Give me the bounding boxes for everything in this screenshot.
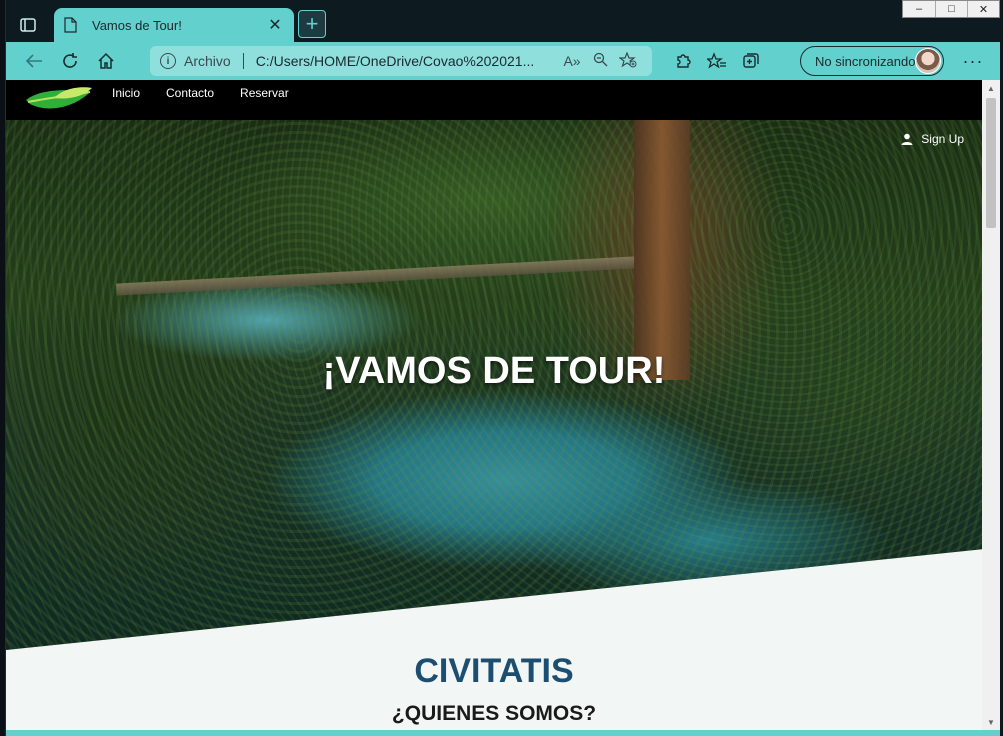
refresh-button[interactable] <box>52 46 88 76</box>
tab-title: Vamos de Tour! <box>92 17 182 33</box>
read-aloud-icon[interactable]: A» <box>558 53 586 69</box>
tab-bar: Vamos de Tour! ✕ + – □ ✕ <box>6 0 1000 42</box>
scroll-thumb[interactable] <box>986 98 996 228</box>
signup-link[interactable]: Sign Up <box>901 132 964 146</box>
new-tab-button[interactable]: + <box>298 10 326 38</box>
hero-tree-image <box>634 120 690 380</box>
tab-actions-button[interactable] <box>12 10 44 40</box>
collections-button[interactable] <box>734 46 768 76</box>
hero-bridge-image <box>116 256 636 296</box>
leaf-logo[interactable] <box>24 84 94 114</box>
maximize-button[interactable]: □ <box>935 1 967 17</box>
site-navbar: Inicio Contacto Reservar <box>6 80 982 120</box>
extensions-button[interactable] <box>666 46 700 76</box>
favorites-icon <box>707 52 726 69</box>
favorites-button[interactable] <box>700 46 734 76</box>
minimize-button[interactable]: – <box>903 1 935 17</box>
browser-window: Vamos de Tour! ✕ + – □ ✕ i Archivo C:/Us… <box>5 0 1000 736</box>
scroll-down-arrow[interactable]: ▼ <box>982 714 1000 730</box>
page-viewport: Inicio Contacto Reservar Sign Up ¡VAMOS … <box>6 80 982 730</box>
signup-label: Sign Up <box>921 132 964 146</box>
back-button[interactable] <box>16 46 52 76</box>
nav-link-inicio[interactable]: Inicio <box>112 86 140 100</box>
window-controls: – □ ✕ <box>902 0 1000 18</box>
site-nav-links: Inicio Contacto Reservar <box>112 86 289 100</box>
refresh-icon <box>63 53 77 68</box>
page-scrollbar[interactable]: ▲ ▼ <box>982 80 1000 730</box>
hero-banner: Sign Up ¡VAMOS DE TOUR! <box>6 120 982 650</box>
browser-toolbar: i Archivo C:/Users/HOME/OneDrive/Covao%2… <box>6 42 1000 80</box>
back-arrow-icon <box>25 54 42 68</box>
extensions-icon <box>677 54 691 68</box>
address-separator <box>242 53 244 69</box>
profile-button[interactable]: No sincronizando <box>800 46 944 76</box>
section-subtitle: ¿QUIENES SOMOS? <box>391 702 597 725</box>
collections-icon <box>743 53 759 68</box>
more-options-button[interactable]: ··· <box>956 46 990 76</box>
address-url[interactable]: C:/Users/HOME/OneDrive/Covao%202021... <box>256 53 558 69</box>
profile-status: No sincronizando <box>815 53 916 69</box>
browser-tools <box>666 46 768 76</box>
close-window-button[interactable]: ✕ <box>967 1 999 17</box>
nav-link-reservar[interactable]: Reservar <box>240 86 289 100</box>
user-icon <box>901 133 913 145</box>
active-tab[interactable]: Vamos de Tour! ✕ <box>54 8 294 42</box>
tab-actions-icon <box>20 18 36 32</box>
address-bar[interactable]: i Archivo C:/Users/HOME/OneDrive/Covao%2… <box>150 46 652 76</box>
home-icon <box>98 52 114 69</box>
section-title: CIVITATIS <box>414 652 574 690</box>
home-button[interactable] <box>88 46 124 76</box>
add-favorite-icon[interactable] <box>614 50 642 71</box>
zoom-out-icon[interactable] <box>586 52 614 70</box>
hero-title: ¡VAMOS DE TOUR! <box>322 350 666 392</box>
nav-link-contacto[interactable]: Contacto <box>166 86 214 100</box>
tab-close-button[interactable]: ✕ <box>266 15 284 35</box>
info-icon[interactable]: i <box>160 53 176 69</box>
scroll-up-arrow[interactable]: ▲ <box>982 80 1000 96</box>
window-bottom-border <box>6 730 1000 736</box>
avatar <box>915 48 941 74</box>
address-scheme: Archivo <box>184 53 231 69</box>
document-icon <box>64 17 78 33</box>
